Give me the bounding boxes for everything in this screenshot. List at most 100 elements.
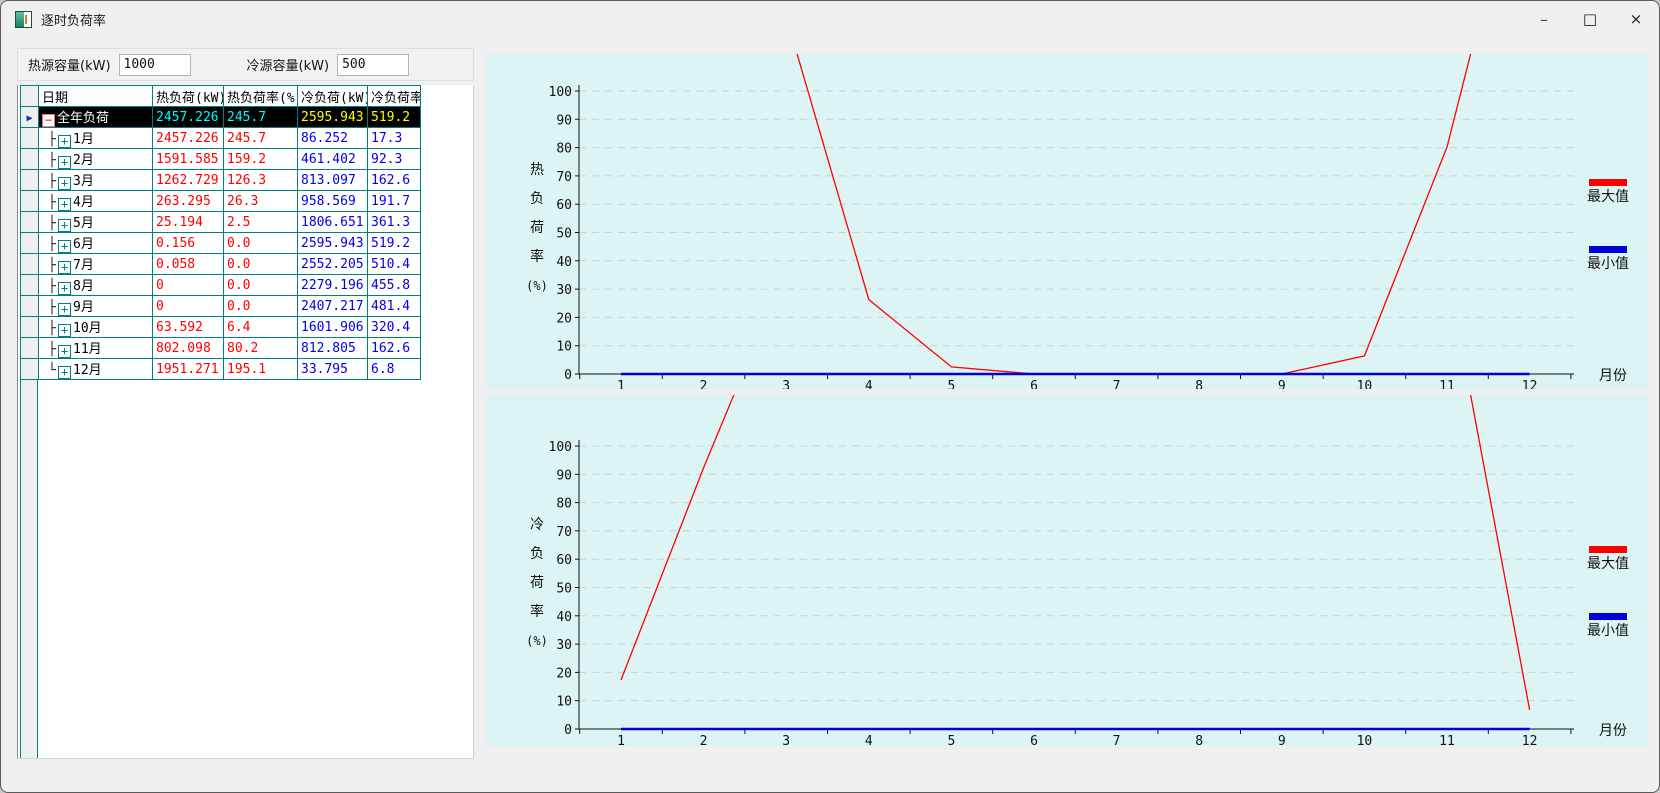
- tree-branch: ├: [48, 174, 58, 189]
- table-row[interactable]: └+12月1951.271195.133.7956.8: [21, 359, 421, 380]
- svg-text:60: 60: [556, 553, 572, 568]
- table-row[interactable]: ├+8月00.02279.196455.8: [21, 275, 421, 296]
- svg-text:2: 2: [700, 379, 708, 389]
- table-row[interactable]: ├+1月2457.226245.786.25217.3: [21, 128, 421, 149]
- table-row[interactable]: ├+3月1262.729126.3813.097162.6: [21, 170, 421, 191]
- heat-capacity-input[interactable]: [119, 54, 191, 76]
- y-axis-title: (%): [526, 279, 548, 293]
- tree-branch: ├: [48, 153, 58, 168]
- app-icon: [15, 11, 32, 28]
- row-indicator-cell: [21, 317, 39, 338]
- cold-load-rate-chart: 0102030405060708090100123456789101112月份冷…: [485, 395, 1649, 746]
- cold-load-cell: 2595.943: [298, 233, 368, 254]
- svg-text:2: 2: [700, 734, 708, 746]
- minimize-button[interactable]: –: [1521, 1, 1567, 37]
- tree-expand-icon[interactable]: +: [58, 345, 71, 358]
- svg-text:3: 3: [782, 379, 790, 389]
- table-row[interactable]: ├+9月00.02407.217481.4: [21, 296, 421, 317]
- table-row[interactable]: ├+6月0.1560.02595.943519.2: [21, 233, 421, 254]
- table-row[interactable]: ├+4月263.29526.3958.569191.7: [21, 191, 421, 212]
- heat-load-cell: 0.156: [153, 233, 224, 254]
- legend-label: 最大值: [1587, 189, 1629, 205]
- svg-text:50: 50: [556, 582, 572, 597]
- cold-load-cell: 86.252: [298, 128, 368, 149]
- row-indicator-cell: [21, 149, 39, 170]
- cold-load-cell: 2407.217: [298, 296, 368, 317]
- legend-swatch: [1589, 179, 1627, 186]
- tree-expand-icon[interactable]: +: [58, 324, 71, 337]
- chart-axis-labels: 0102030405060708090100123456789101112: [549, 85, 1538, 389]
- column-header[interactable]: 冷负荷率(%): [368, 86, 421, 107]
- tree-expand-icon[interactable]: +: [58, 303, 71, 316]
- cold-rate-cell: 162.6: [368, 338, 421, 359]
- tree-branch: ├: [48, 342, 58, 357]
- chart-legend: 最大值最小值: [1587, 546, 1629, 639]
- titlebar: 逐时负荷率 – □ ×: [1, 1, 1659, 37]
- load-table: 日期热负荷(kW)热负荷率(%)冷负荷(kW)冷负荷率(%)▶−全年负荷2457…: [20, 85, 421, 380]
- tree-expand-icon[interactable]: +: [58, 156, 71, 169]
- svg-text:12: 12: [1522, 379, 1538, 389]
- row-indicator-cell: [21, 296, 39, 317]
- date-cell: ├+2月: [39, 149, 153, 170]
- y-axis-title: 负: [530, 191, 544, 207]
- heat-load-cell: 1951.271: [153, 359, 224, 380]
- heat-load-cell: 2457.226: [153, 107, 224, 128]
- svg-text:9: 9: [1278, 734, 1286, 746]
- heat-rate-cell: 0.0: [224, 296, 298, 317]
- svg-text:10: 10: [556, 695, 572, 710]
- svg-text:0: 0: [564, 723, 572, 738]
- tree-expand-icon[interactable]: +: [58, 366, 71, 379]
- svg-text:6: 6: [1030, 734, 1038, 746]
- legend-swatch: [1589, 546, 1627, 553]
- heat-load-cell: 1262.729: [153, 170, 224, 191]
- tree-expand-icon[interactable]: +: [58, 240, 71, 253]
- column-header[interactable]: 热负荷率(%): [224, 86, 298, 107]
- column-header[interactable]: 日期: [39, 86, 153, 107]
- table-row[interactable]: ├+10月63.5926.41601.906320.4: [21, 317, 421, 338]
- date-cell: ├+11月: [39, 338, 153, 359]
- tree-expand-icon[interactable]: +: [58, 219, 71, 232]
- date-cell: ├+7月: [39, 254, 153, 275]
- table-row[interactable]: ├+7月0.0580.02552.205510.4: [21, 254, 421, 275]
- close-button[interactable]: ×: [1613, 1, 1659, 37]
- heat-load-cell: 0.058: [153, 254, 224, 275]
- cold-load-cell: 2595.943: [298, 107, 368, 128]
- heat-rate-cell: 126.3: [224, 170, 298, 191]
- svg-text:90: 90: [556, 113, 572, 128]
- column-header[interactable]: [21, 86, 39, 107]
- cool-capacity-input[interactable]: [337, 54, 409, 76]
- tree-expand-icon[interactable]: +: [58, 198, 71, 211]
- x-axis-title: 月份: [1599, 368, 1627, 384]
- window-controls: – □ ×: [1521, 1, 1659, 37]
- table-row[interactable]: ▶−全年负荷2457.226245.72595.943519.2: [21, 107, 421, 128]
- svg-text:10: 10: [556, 340, 572, 355]
- capacity-toolbar: 热源容量(kW) 冷源容量(kW): [17, 48, 474, 81]
- tree-expand-icon[interactable]: +: [58, 282, 71, 295]
- date-cell: ├+4月: [39, 191, 153, 212]
- svg-text:1: 1: [617, 379, 625, 389]
- y-axis-title: 荷: [530, 575, 544, 591]
- tree-expand-icon[interactable]: +: [58, 177, 71, 190]
- cold-load-cell: 33.795: [298, 359, 368, 380]
- svg-text:3: 3: [782, 734, 790, 746]
- table-row[interactable]: ├+2月1591.585159.2461.40292.3: [21, 149, 421, 170]
- tree-expand-icon[interactable]: +: [58, 261, 71, 274]
- tree-collapse-icon[interactable]: −: [42, 114, 55, 127]
- svg-text:10: 10: [1357, 734, 1373, 746]
- table-row[interactable]: ├+11月802.09880.2812.805162.6: [21, 338, 421, 359]
- column-header[interactable]: 冷负荷(kW): [298, 86, 368, 107]
- svg-text:5: 5: [947, 379, 955, 389]
- legend-label: 最小值: [1587, 623, 1629, 639]
- cold-rate-cell: 162.6: [368, 170, 421, 191]
- row-indicator-cell: [21, 128, 39, 149]
- tree-expand-icon[interactable]: +: [58, 135, 71, 148]
- x-axis-title: 月份: [1599, 723, 1627, 739]
- tree-branch: └: [48, 363, 58, 378]
- column-header[interactable]: 热负荷(kW): [153, 86, 224, 107]
- maximize-button[interactable]: □: [1567, 1, 1613, 37]
- svg-text:5: 5: [947, 734, 955, 746]
- cold-rate-cell: 92.3: [368, 149, 421, 170]
- table-row[interactable]: ├+5月25.1942.51806.651361.3: [21, 212, 421, 233]
- row-indicator-cell: [21, 170, 39, 191]
- cold-load-cell: 1806.651: [298, 212, 368, 233]
